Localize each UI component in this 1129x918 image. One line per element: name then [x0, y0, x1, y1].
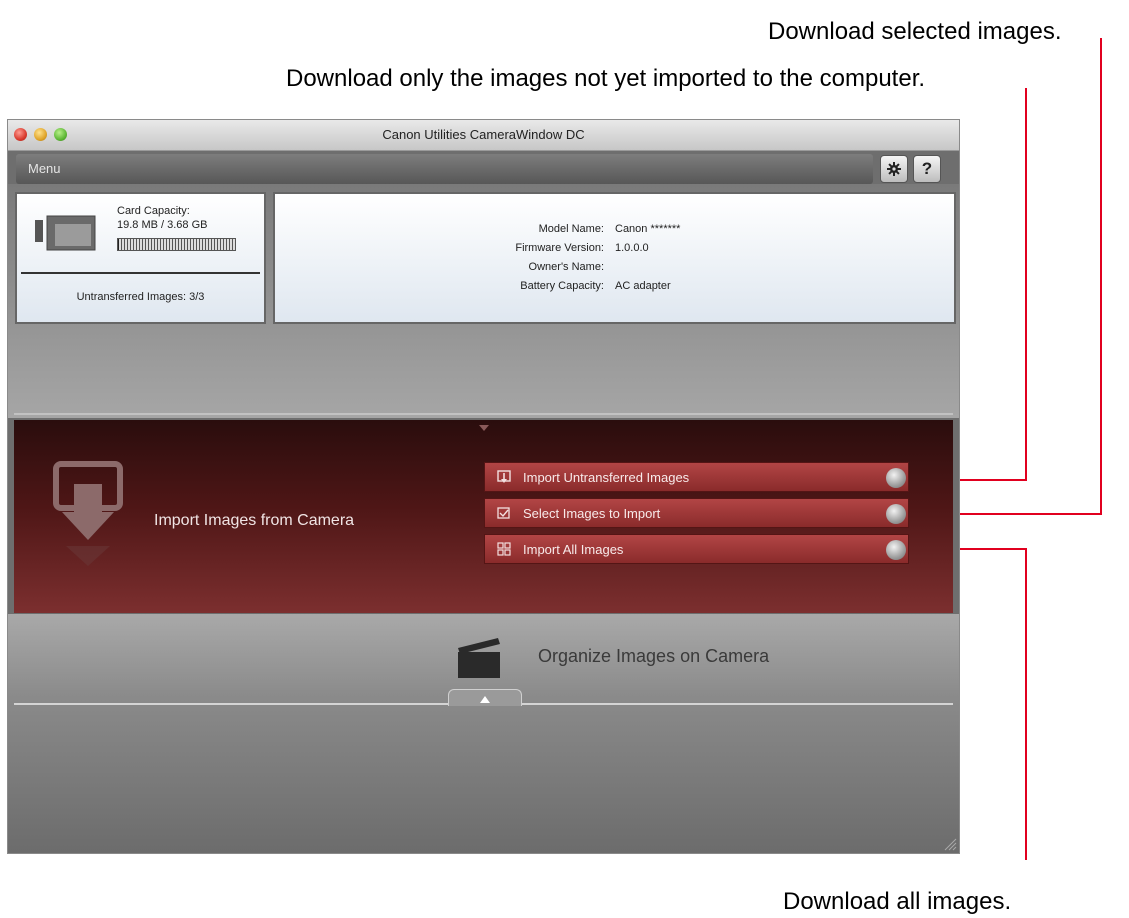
organize-images-area[interactable]: Organize Images on Camera: [8, 614, 959, 853]
import-tray-icon: [497, 470, 511, 483]
callout-download-all: Download all images.: [783, 888, 1012, 915]
callout-download-untransferred: Download only the images not yet importe…: [286, 65, 926, 92]
card-capacity-value: 19.8 MB / 3.68 GB: [117, 219, 208, 231]
expand-tab[interactable]: [448, 689, 522, 706]
callout-download-selected: Download selected images.: [768, 18, 1062, 45]
model-name-value: Canon *******: [615, 223, 681, 235]
section-divider: [14, 413, 953, 415]
expand-arrow-icon: [480, 696, 490, 703]
model-name-label: Model Name:: [538, 223, 604, 235]
camera-status-area: Card Capacity: 19.8 MB / 3.68 GB Untrans…: [8, 184, 959, 418]
menu-bar[interactable]: Menu: [16, 154, 873, 184]
organize-clapper-icon: [458, 638, 500, 678]
card-capacity-fill: [118, 239, 119, 250]
untransferred-count: Untransferred Images: 3/3: [76, 291, 205, 303]
import-images-title: Import Images from Camera: [154, 512, 355, 529]
memory-card-icon: [35, 215, 96, 251]
checkbox-icon: [497, 507, 510, 519]
import-all-knob: [886, 540, 906, 560]
import-all-button[interactable]: Import All Images: [484, 534, 909, 564]
callout-line-untransferred-vertical: [1025, 88, 1027, 481]
window-title: Canon Utilities CameraWindow DC: [382, 127, 585, 142]
card-capacity-label: Card Capacity:: [117, 205, 190, 217]
callout-line-selected-vertical: [1100, 38, 1102, 514]
camera-info-panel: Model Name: Canon ******* Firmware Versi…: [273, 192, 956, 324]
battery-capacity-label: Battery Capacity:: [520, 280, 604, 292]
settings-button[interactable]: [880, 155, 908, 183]
import-untransferred-label: Import Untransferred Images: [523, 470, 690, 485]
resize-grip-icon[interactable]: [943, 837, 957, 851]
select-images-button[interactable]: Select Images to Import: [484, 498, 909, 528]
import-untransferred-knob: [886, 468, 906, 488]
card-divider: [21, 272, 260, 274]
select-images-knob: [886, 504, 906, 524]
grid-icon: [497, 542, 511, 556]
help-button[interactable]: ?: [913, 155, 941, 183]
firmware-version-label: Firmware Version:: [515, 242, 604, 254]
select-images-label: Select Images to Import: [523, 506, 661, 521]
title-bar[interactable]: Canon Utilities CameraWindow DC: [8, 120, 959, 151]
import-images-panel: Import Images from Camera Import Untrans…: [14, 420, 953, 613]
battery-capacity-value: AC adapter: [615, 280, 671, 292]
collapse-arrow-icon[interactable]: [479, 425, 489, 431]
menu-label[interactable]: Menu: [28, 161, 61, 176]
owner-name-label: Owner's Name:: [528, 261, 604, 273]
callout-line-all-vertical: [1025, 548, 1027, 860]
firmware-version-value: 1.0.0.0: [615, 242, 649, 254]
card-capacity-bar: [117, 238, 236, 251]
import-all-label: Import All Images: [523, 542, 624, 557]
organize-images-title: Organize Images on Camera: [538, 646, 770, 666]
camerawindow-app-window: Canon Utilities CameraWindow DC Menu ? C…: [8, 120, 959, 853]
import-download-icon: [53, 461, 123, 566]
card-capacity-panel: Card Capacity: 19.8 MB / 3.68 GB Untrans…: [15, 192, 266, 324]
gear-icon: [887, 162, 901, 176]
import-untransferred-button[interactable]: Import Untransferred Images: [484, 462, 909, 492]
